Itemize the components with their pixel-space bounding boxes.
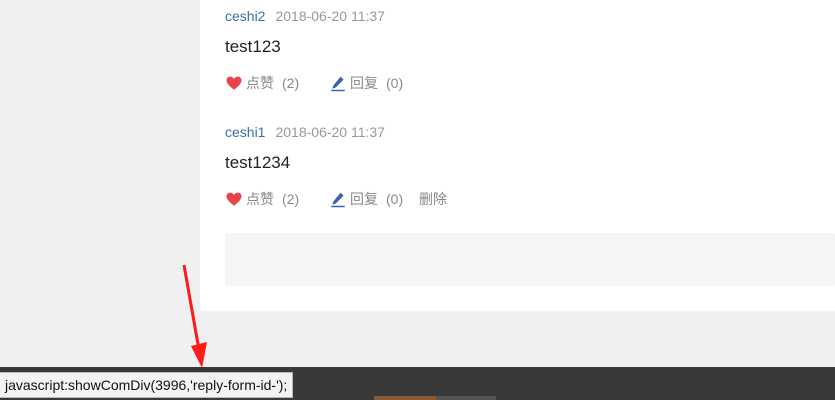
comment-text: test123 [225, 37, 281, 56]
reply-count: (0) [386, 191, 404, 208]
comments-panel: ceshi2 2018-06-20 11:37 test123 点赞 (2) 回复 (… [200, 0, 835, 311]
reply-button[interactable]: 回复 (0) [329, 187, 403, 211]
status-url-tooltip: javascript:showComDiv(3996,'reply-form-i… [0, 372, 294, 398]
reply-input-area[interactable] [225, 233, 835, 286]
like-label: 点赞 [246, 75, 274, 92]
reply-count: (0) [386, 75, 404, 92]
annotation-arrow [182, 264, 207, 368]
like-button[interactable]: 点赞 (2) [225, 187, 299, 211]
comment-time: 2018-06-20 11:37 [275, 124, 385, 140]
reply-label: 回复 [350, 191, 379, 208]
comment-item: ceshi2 2018-06-20 11:37 test123 点赞 (2) 回复 (… [225, 6, 825, 94]
pencil-icon [331, 192, 345, 208]
reply-label: 回复 [350, 75, 379, 92]
comment-username[interactable]: ceshi2 [225, 8, 265, 24]
comment-meta: ceshi2 2018-06-20 11:37 [225, 6, 825, 26]
like-count: (2) [282, 191, 300, 208]
delete-button[interactable]: 删除 [419, 187, 447, 211]
comment-username[interactable]: ceshi1 [225, 124, 265, 140]
comment-time: 2018-06-20 11:37 [275, 8, 385, 24]
comment-actions: 点赞 (2) 回复 (0) 删除 [225, 186, 825, 210]
taskbar-item[interactable] [436, 396, 496, 400]
comment-meta: ceshi1 2018-06-20 11:37 [225, 122, 825, 142]
taskbar-item[interactable] [374, 396, 436, 400]
comment-text: test1234 [225, 153, 291, 172]
comment-actions: 点赞 (2) 回复 (0) [225, 70, 825, 94]
pencil-icon [331, 76, 345, 92]
like-label: 点赞 [246, 191, 274, 208]
heart-icon [226, 192, 242, 207]
heart-icon [226, 76, 242, 91]
comment-item: ceshi1 2018-06-20 11:37 test1234 点赞 (2) 回复… [225, 122, 825, 210]
like-button[interactable]: 点赞 (2) [225, 71, 299, 95]
reply-button[interactable]: 回复 (0) [329, 71, 403, 95]
like-count: (2) [282, 75, 300, 92]
